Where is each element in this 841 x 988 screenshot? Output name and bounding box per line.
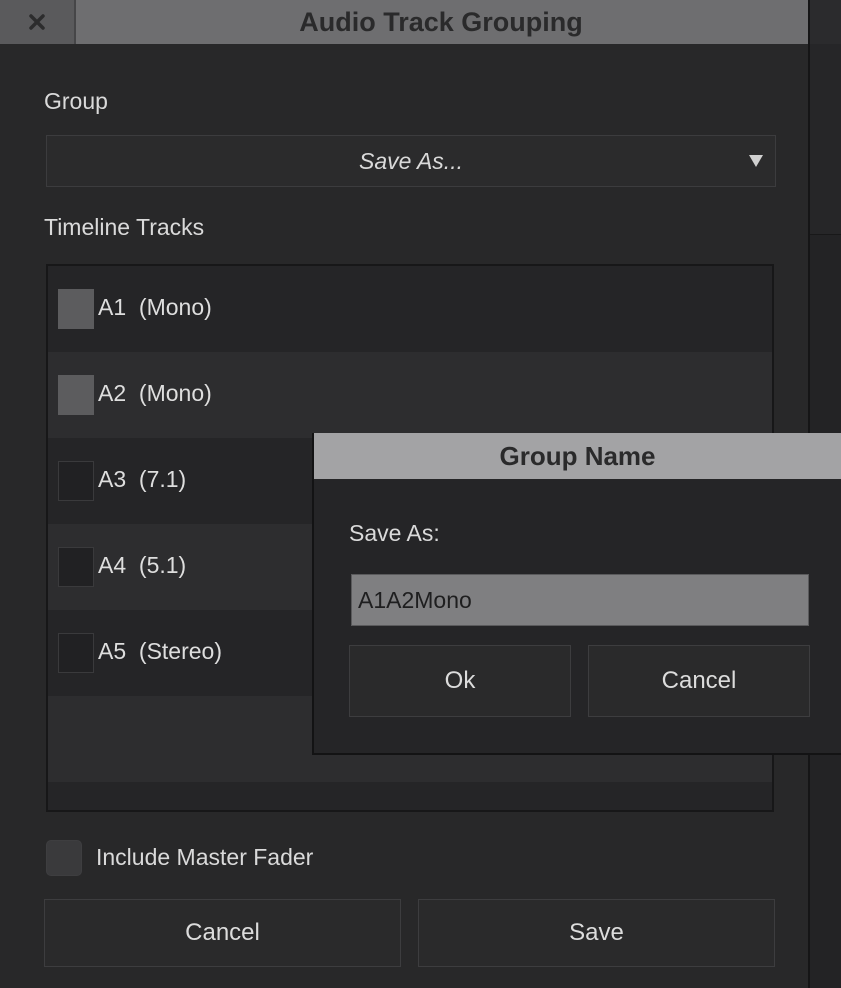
group-label: Group — [44, 88, 108, 114]
group-dropdown[interactable]: Save As... — [46, 135, 776, 187]
background-scrollbar[interactable] — [810, 44, 841, 235]
include-master-fader-label[interactable]: Include Master Fader — [96, 844, 313, 871]
popup-ok-button[interactable]: Ok — [349, 645, 571, 717]
popup-title: Group Name — [314, 433, 841, 479]
close-button[interactable] — [0, 0, 76, 44]
popup-cancel-button[interactable]: Cancel — [588, 645, 810, 717]
track-a5-label: A5 (Stereo) — [98, 638, 223, 664]
track-a4-checkbox[interactable] — [58, 547, 94, 587]
track-row-a2[interactable]: A2 (Mono) — [48, 352, 772, 438]
group-name-input[interactable] — [351, 574, 809, 626]
group-dropdown-value: Save As... — [359, 148, 463, 174]
background-panel-header — [810, 0, 841, 44]
cancel-button[interactable]: Cancel — [44, 899, 401, 967]
save-as-label: Save As: — [349, 520, 440, 546]
track-a1-checkbox[interactable] — [58, 289, 94, 329]
screen: Audio Track Grouping Group Save As... Ti… — [0, 0, 841, 988]
track-a1-label: A1 (Mono) — [98, 294, 212, 320]
track-a3-label: A3 (7.1) — [98, 466, 187, 492]
track-row-a1[interactable]: A1 (Mono) — [48, 266, 772, 352]
dialog-titlebar: Audio Track Grouping — [0, 0, 808, 44]
timeline-tracks-label: Timeline Tracks — [44, 214, 205, 240]
track-a3-checkbox[interactable] — [58, 461, 94, 501]
include-master-fader-checkbox[interactable] — [46, 840, 82, 876]
track-a2-checkbox[interactable] — [58, 375, 94, 415]
close-icon — [29, 14, 45, 30]
dropdown-arrow-icon — [749, 155, 763, 167]
group-name-popup: Group Name Save As: Ok Cancel — [312, 433, 841, 755]
track-a5-checkbox[interactable] — [58, 633, 94, 673]
save-button[interactable]: Save — [418, 899, 775, 967]
track-a4-label: A4 (5.1) — [98, 552, 187, 578]
track-a2-label: A2 (Mono) — [98, 380, 212, 406]
dialog-title: Audio Track Grouping — [299, 7, 583, 37]
